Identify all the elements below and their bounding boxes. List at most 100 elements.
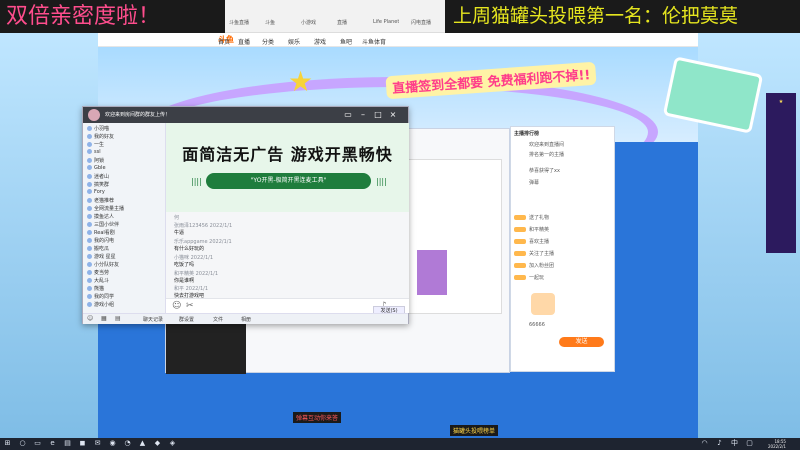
- browser-tab[interactable]: 直播: [337, 19, 347, 31]
- edge-icon[interactable]: e: [48, 439, 57, 448]
- ad-headline: 面简洁无广告 游戏开黑畅快: [182, 145, 393, 164]
- chat-message: 送了礼物: [529, 215, 550, 221]
- contact-item[interactable]: 迷者山: [87, 173, 165, 181]
- contact-item[interactable]: 摸鱼达人: [87, 213, 165, 221]
- contact-item[interactable]: 我的闪电: [87, 237, 165, 245]
- qq-icon[interactable]: ◔: [123, 439, 132, 448]
- contact-item[interactable]: 大乱斗: [87, 277, 165, 285]
- ad-tagline: "YO开黑-极简开黑连麦工具": [206, 173, 371, 189]
- store-icon[interactable]: ◼: [78, 439, 87, 448]
- group-avatar[interactable]: [88, 109, 100, 121]
- folder-icon[interactable]: ▤: [115, 315, 121, 322]
- nav-item[interactable]: 分类: [262, 37, 274, 46]
- star-icon: ★: [288, 65, 314, 98]
- image-icon[interactable]: ▦: [101, 315, 107, 322]
- footer-link[interactable]: 聊天记录: [143, 316, 163, 323]
- chat-message: 恭喜获得了xx: [529, 168, 560, 174]
- nav-item[interactable]: 直播: [238, 37, 250, 46]
- maximize-icon[interactable]: □: [373, 110, 383, 120]
- overlay-caption-right: 上周猫罐头投喂第一名：伦把莫莫: [445, 0, 800, 33]
- bottom-caption: 猫罐头投喂榜单: [450, 425, 499, 436]
- qq-ad-banner[interactable]: 面简洁无广告 游戏开黑畅快 |||| "YO开黑-极简开黑连麦工具" ||||: [166, 123, 409, 212]
- browser-tab[interactable]: 小游戏: [301, 19, 316, 31]
- close-icon[interactable]: ×: [388, 110, 398, 120]
- overlay-caption-left: 双倍亲密度啦！: [0, 0, 225, 33]
- folder-icon[interactable]: ▤: [63, 439, 72, 448]
- qq-footer-bar: ☺ ▦ ▤ 聊天记录 群设置 文件 相册: [83, 313, 408, 324]
- ime-icon[interactable]: 中: [730, 439, 739, 448]
- chat-message: 66666: [529, 322, 545, 328]
- chrome-icon[interactable]: ◉: [108, 439, 117, 448]
- level-badge: [514, 215, 526, 220]
- browser-tab-bar: 斗鱼直播 斗鱼 小游戏 直播 Life Planet 闪电直播: [225, 0, 445, 33]
- contact-item[interactable]: 阿锁: [87, 157, 165, 165]
- qq-contact-list: 小羽喵 我的好友 一生 ssl 阿锁 Gble 迷者山 搞笑群 Fory 老猫推…: [83, 123, 166, 313]
- footer-link[interactable]: 文件: [213, 316, 223, 323]
- ad-label: ★: [778, 99, 784, 105]
- contact-item[interactable]: ssl: [87, 149, 165, 157]
- browser-tab[interactable]: Life Planet: [373, 19, 399, 31]
- browser-tab[interactable]: 斗鱼直播: [229, 19, 249, 31]
- chat-header: 主播排行榜: [514, 131, 540, 137]
- taskview-icon[interactable]: ▭: [33, 439, 42, 448]
- contact-item[interactable]: 搬吃瓜: [87, 245, 165, 253]
- gift-icon[interactable]: [531, 293, 555, 315]
- footer-link[interactable]: 相册: [241, 316, 251, 323]
- right-ad-column[interactable]: ★: [766, 93, 796, 253]
- video-call-icon[interactable]: ▭: [343, 110, 353, 120]
- start-icon[interactable]: ⊞: [3, 439, 12, 448]
- system-clock[interactable]: 18:55 2022/2/1: [768, 439, 786, 449]
- message-text: 牛逼: [174, 230, 185, 236]
- nav-item[interactable]: 斗鱼体育: [362, 37, 386, 46]
- contact-item[interactable]: 我的好友: [87, 133, 165, 141]
- chat-message: 排名第一的主播: [529, 152, 565, 158]
- contact-item[interactable]: Gble: [87, 165, 165, 173]
- bottom-caption: 弹幕互动你来答: [293, 412, 342, 423]
- contact-item[interactable]: 小羽喵: [87, 125, 165, 133]
- mail-icon[interactable]: ✉: [93, 439, 102, 448]
- chat-message: 一起玩: [529, 275, 545, 281]
- chat-send-button[interactable]: 发送: [559, 337, 604, 347]
- nav-item[interactable]: 娱乐: [288, 37, 300, 46]
- contact-item[interactable]: 熊猫: [87, 285, 165, 293]
- network-icon[interactable]: ◠: [700, 439, 709, 448]
- clock-date: 2022/2/1: [768, 444, 786, 449]
- app-icon[interactable]: ▲: [138, 439, 147, 448]
- nav-item[interactable]: 首页: [218, 37, 230, 46]
- game-poster: [417, 250, 447, 295]
- qq-chat-window: 欢迎来到房间群的群友上传！ ▭ – □ × 小羽喵 我的好友 一生 ssl 阿锁…: [82, 106, 409, 324]
- contact-item[interactable]: 老猫推荐: [87, 197, 165, 205]
- browser-tab[interactable]: 闪电直播: [411, 19, 431, 31]
- message-meta: 何: [174, 215, 180, 221]
- contact-item[interactable]: 全网流量主播: [87, 205, 165, 213]
- contact-item[interactable]: Fory: [87, 189, 165, 197]
- contact-item[interactable]: 小分队好友: [87, 261, 165, 269]
- search-icon[interactable]: ○: [18, 439, 27, 448]
- emoji-icon[interactable]: ☺: [172, 301, 181, 311]
- contact-item[interactable]: 游戏 星星: [87, 253, 165, 261]
- message-meta: 小猫咪 2022/1/1: [174, 255, 214, 261]
- contact-item[interactable]: 三国小伙伴: [87, 221, 165, 229]
- chat-message: 欢迎来到直播间: [529, 142, 565, 148]
- scissors-icon[interactable]: ✂: [186, 301, 194, 311]
- chat-panel: 主播排行榜 欢迎来到直播间 排名第一的主播 恭喜获得了xx 弹幕 送了礼物 和平…: [510, 126, 615, 372]
- contact-item[interactable]: Real看剧: [87, 229, 165, 237]
- contact-item[interactable]: 游戏小组: [87, 301, 165, 309]
- nav-item[interactable]: 游戏: [314, 37, 326, 46]
- smile-icon[interactable]: ☺: [87, 315, 93, 322]
- message-text: 你是谁啊: [174, 278, 195, 284]
- nav-item[interactable]: 鱼吧: [340, 37, 352, 46]
- volume-icon[interactable]: ♪: [715, 439, 724, 448]
- contact-item[interactable]: 搞笑群: [87, 181, 165, 189]
- browser-tab[interactable]: 斗鱼: [265, 19, 275, 31]
- contact-item[interactable]: 一生: [87, 141, 165, 149]
- app-icon[interactable]: ◈: [168, 439, 177, 448]
- footer-link[interactable]: 群设置: [179, 316, 194, 323]
- message-meta: 张雨泽123456 2022/1/1: [174, 223, 233, 229]
- contact-item[interactable]: 我的同学: [87, 293, 165, 301]
- contact-item[interactable]: 麦当劳: [87, 269, 165, 277]
- chat-message: 弹幕: [529, 180, 540, 186]
- minimize-icon[interactable]: –: [358, 110, 368, 120]
- notification-icon[interactable]: ▢: [745, 439, 754, 448]
- app-icon[interactable]: ◆: [153, 439, 162, 448]
